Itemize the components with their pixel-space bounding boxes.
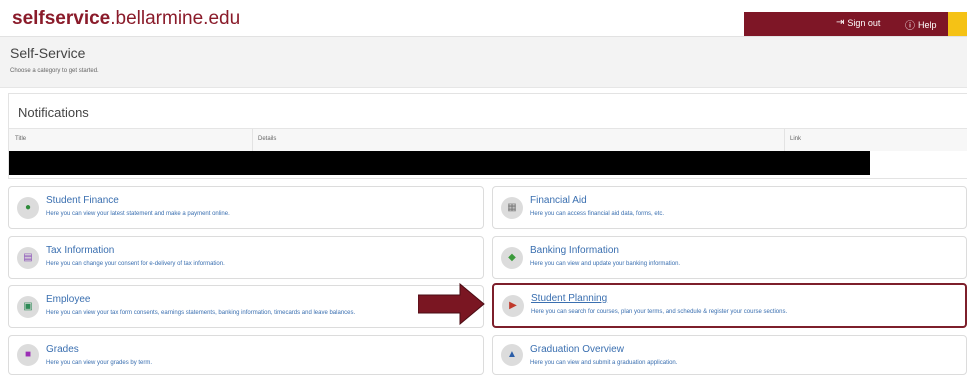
card-student-finance[interactable]: ● Student Finance Here you can view your… bbox=[8, 186, 484, 229]
document-icon: ▦ bbox=[501, 196, 523, 219]
briefcase-icon: ▣ bbox=[17, 295, 39, 318]
site-logo[interactable]: selfservice.bellarmine.edu bbox=[12, 8, 240, 30]
page-banner: Self-Service Choose a category to get st… bbox=[0, 36, 967, 88]
banking-icon: ◆ bbox=[501, 246, 523, 269]
card-description: Here you can access financial aid data, … bbox=[530, 211, 665, 217]
card-employee[interactable]: ▣ Employee Here you can view your tax fo… bbox=[8, 285, 484, 328]
card-description: Here you can view and update your bankin… bbox=[530, 261, 681, 267]
card-description: Here you can view and submit a graduatio… bbox=[530, 360, 678, 366]
card-student-planning[interactable]: ▶ Student Planning Here you can search f… bbox=[492, 283, 967, 328]
card-description: Here you can change your consent for e-d… bbox=[46, 261, 225, 267]
card-graduation-overview[interactable]: ▲ Graduation Overview Here you can view … bbox=[492, 335, 967, 375]
redacted-notification-row bbox=[9, 151, 870, 175]
column-title: Title bbox=[15, 136, 27, 142]
grades-icon: ■ bbox=[17, 344, 39, 366]
map-icon: ▶ bbox=[502, 294, 524, 317]
card-title: Grades bbox=[46, 344, 79, 355]
notifications-title: Notifications bbox=[18, 105, 89, 120]
page-title: Self-Service bbox=[10, 45, 86, 61]
column-divider bbox=[784, 129, 785, 151]
card-description: Here you can search for courses, plan yo… bbox=[531, 309, 788, 315]
card-description: Here you can view your latest statement … bbox=[46, 211, 230, 217]
card-title: Financial Aid bbox=[530, 195, 587, 206]
card-title: Banking Information bbox=[530, 245, 619, 256]
top-nav-bar: ⇥ Sign out ⓘ Help bbox=[744, 12, 948, 36]
column-link: Link bbox=[790, 136, 802, 142]
tax-form-icon: ▤ bbox=[17, 246, 39, 269]
card-description: Here you can view your tax form consents… bbox=[46, 310, 356, 316]
notifications-table-header: Title Details Link bbox=[9, 128, 967, 151]
card-banking-information[interactable]: ◆ Banking Information Here you can view … bbox=[492, 236, 967, 279]
column-divider bbox=[252, 129, 253, 151]
column-details: Details bbox=[258, 136, 277, 142]
help-icon: ⓘ bbox=[905, 21, 915, 32]
card-title: Tax Information bbox=[46, 245, 115, 256]
card-tax-information[interactable]: ▤ Tax Information Here you can change yo… bbox=[8, 236, 484, 279]
card-financial-aid[interactable]: ▦ Financial Aid Here you can access fina… bbox=[492, 186, 967, 229]
card-title: Graduation Overview bbox=[530, 344, 624, 355]
card-grades[interactable]: ■ Grades Here you can view your grades b… bbox=[8, 335, 484, 375]
page-subtitle: Choose a category to get started. bbox=[10, 68, 99, 74]
sign-out-icon: ⇥ bbox=[836, 17, 845, 28]
card-title: Student Finance bbox=[46, 195, 119, 206]
card-description: Here you can view your grades by term. bbox=[46, 360, 153, 366]
notifications-panel: Notifications Title Details Link bbox=[8, 93, 967, 179]
card-title: Employee bbox=[46, 294, 91, 305]
sign-out-link[interactable]: ⇥ Sign out bbox=[836, 17, 880, 28]
user-menu-tab[interactable] bbox=[948, 12, 967, 36]
graduation-icon: ▲ bbox=[501, 344, 523, 366]
pointer-arrow-icon bbox=[418, 283, 485, 325]
help-link[interactable]: ⓘ Help bbox=[905, 17, 937, 33]
card-title: Student Planning bbox=[531, 293, 608, 304]
dollar-icon: ● bbox=[17, 196, 39, 219]
